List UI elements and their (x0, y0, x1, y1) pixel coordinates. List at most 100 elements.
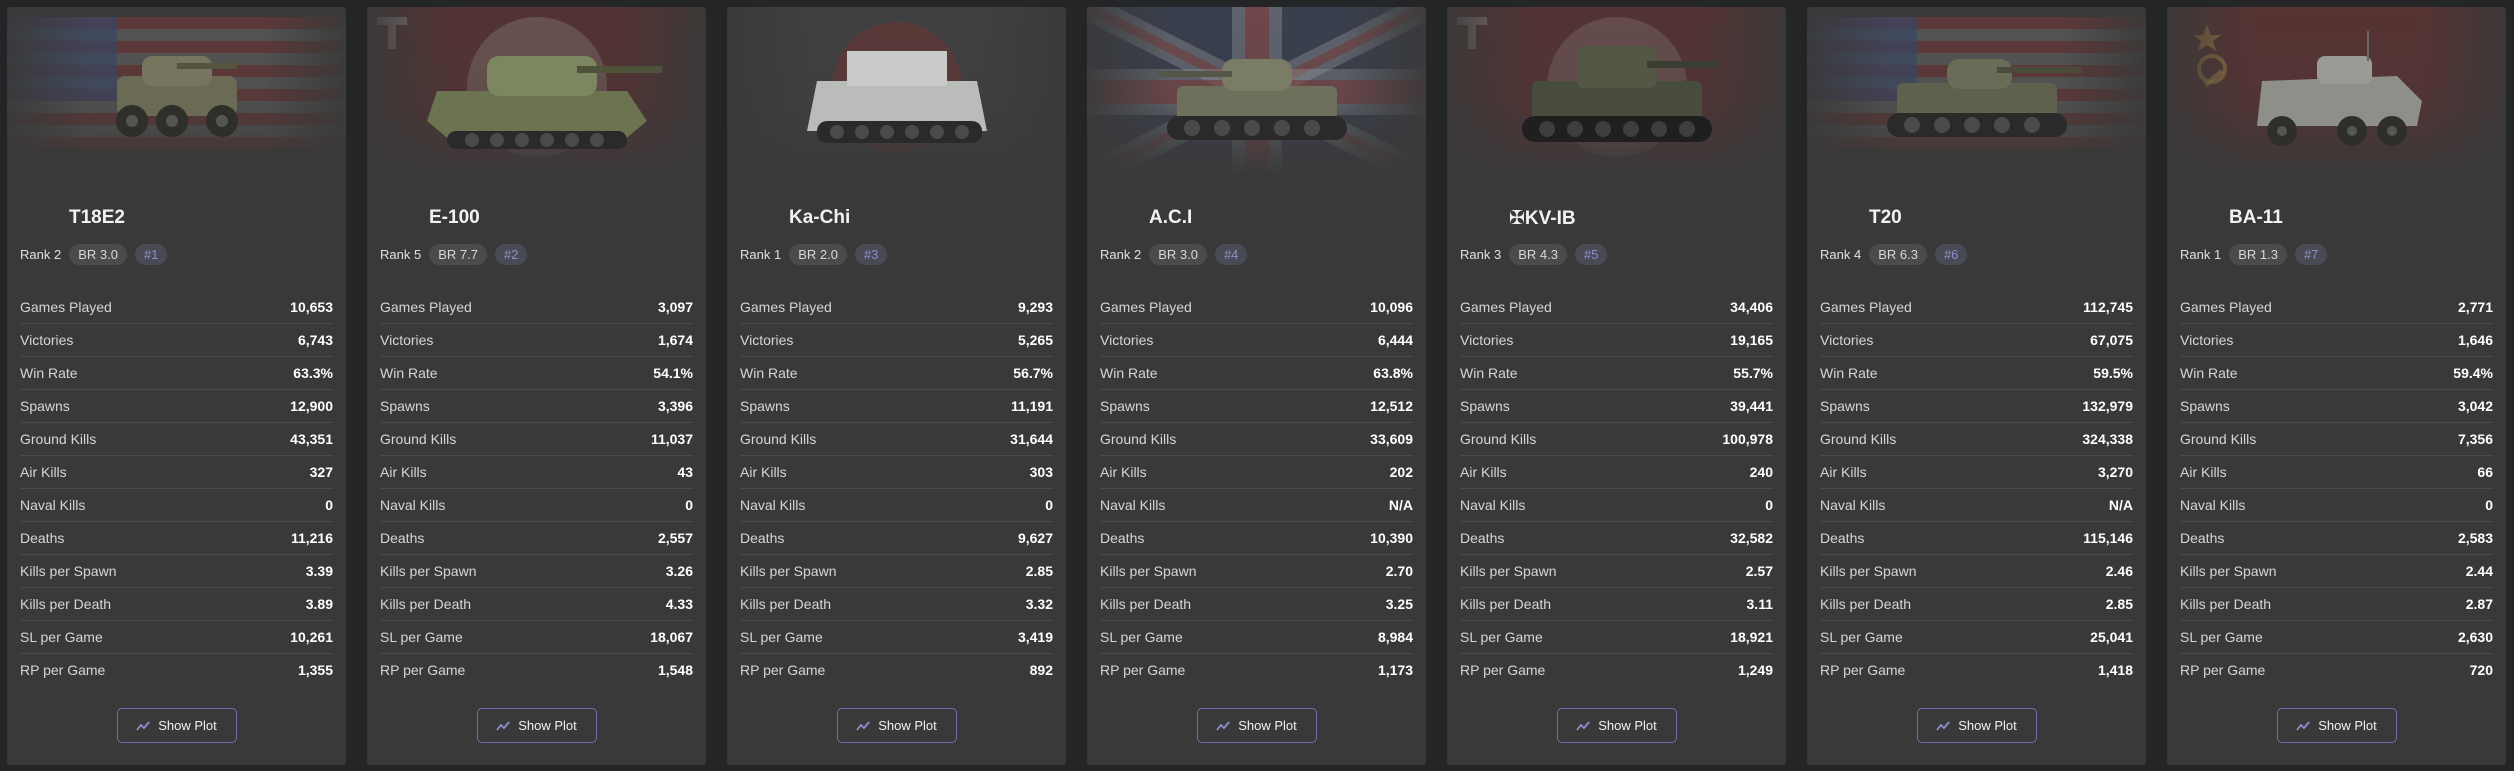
stat-label: Ground Kills (2180, 431, 2257, 447)
br-badge: BR 2.0 (789, 244, 847, 265)
stat-label: Air Kills (1100, 464, 1147, 480)
stat-value: 3,042 (2457, 398, 2493, 414)
stat-row: Spawns 11,191 (740, 390, 1053, 423)
stat-row: SL per Game 8,984 (1100, 621, 1413, 654)
stat-label: Ground Kills (380, 431, 457, 447)
stat-row: Victories 5,265 (740, 324, 1053, 357)
stat-row: Ground Kills 33,609 (1100, 423, 1413, 456)
stat-value: 3.26 (665, 563, 693, 579)
vehicle-image-icon (1521, 46, 1717, 142)
stats-table: Games Played 2,771 Victories 1,646 Win Rat… (2180, 291, 2493, 686)
stat-label: Kills per Death (380, 596, 472, 612)
show-plot-button[interactable]: Show Plot (2276, 708, 2397, 743)
stat-label: SL per Game (1460, 629, 1543, 645)
vehicle-badges: Rank 5 BR 7.7 #2 (380, 244, 528, 265)
show-plot-button[interactable]: Show Plot (116, 708, 237, 743)
stat-label: Spawns (2180, 398, 2230, 414)
stat-value: 132,979 (2082, 398, 2133, 414)
stats-table: Games Played 112,745 Victories 67,075 Win … (1820, 291, 2133, 686)
stat-value: 63.8% (1373, 365, 1413, 381)
stat-row: Naval Kills 0 (380, 489, 693, 522)
stat-label: Games Played (1820, 299, 1912, 315)
br-badge: BR 3.0 (1149, 244, 1207, 265)
vehicle-name: T20 (1869, 207, 1902, 228)
stat-value: 9,627 (1017, 530, 1053, 546)
show-plot-label: Show Plot (878, 718, 937, 733)
stat-row: Kills per Spawn 3.39 (20, 555, 333, 588)
index-badge: #1 (134, 244, 168, 265)
stat-label: Kills per Death (1460, 596, 1552, 612)
vehicle-card: A.C.I Rank 2 BR 3.0 #4 Games Played 10,09… (1087, 7, 1426, 765)
stat-value: 4.33 (665, 596, 693, 612)
stat-row: Win Rate 63.8% (1100, 357, 1413, 390)
stat-value: 2,771 (2457, 299, 2493, 315)
vehicle-name: T18E2 (69, 207, 125, 228)
stat-row: Ground Kills 43,351 (20, 423, 333, 456)
stat-row: Ground Kills 324,338 (1820, 423, 2133, 456)
stat-value: 115,146 (2083, 530, 2133, 546)
stat-row: Deaths 115,146 (1820, 522, 2133, 555)
vehicle-name: E-100 (429, 207, 480, 228)
stat-value: 2.85 (1025, 563, 1053, 579)
stat-row: Games Played 3,097 (380, 291, 693, 324)
stat-row: RP per Game 892 (740, 654, 1053, 686)
show-plot-button[interactable]: Show Plot (1196, 708, 1317, 743)
stat-value: 2.70 (1385, 563, 1413, 579)
stat-label: Kills per Death (20, 596, 112, 612)
stats-table: Games Played 9,293 Victories 5,265 Win Rat… (740, 291, 1053, 686)
line-chart-icon (2296, 720, 2310, 731)
stat-row: Games Played 112,745 (1820, 291, 2133, 324)
stat-row: Kills per Spawn 3.26 (380, 555, 693, 588)
stat-label: Victories (1820, 332, 1874, 348)
stat-value: 1,674 (657, 332, 693, 348)
show-plot-button[interactable]: Show Plot (1556, 708, 1677, 743)
stat-value: 2.57 (1745, 563, 1773, 579)
show-plot-button[interactable]: Show Plot (836, 708, 957, 743)
rank-label: Rank 5 (380, 247, 422, 262)
vehicle-card: E-100 Rank 5 BR 7.7 #2 Games Played 3,097… (367, 7, 706, 765)
stat-label: Deaths (20, 530, 65, 546)
stat-label: Air Kills (380, 464, 427, 480)
stat-label: Air Kills (1460, 464, 1507, 480)
stat-row: SL per Game 25,041 (1820, 621, 2133, 654)
vehicle-card: T20 Rank 4 BR 6.3 #6 Games Played 112,745… (1807, 7, 2146, 765)
stat-value: 3,419 (1017, 629, 1053, 645)
stats-table: Games Played 34,406 Victories 19,165 Win R… (1460, 291, 1773, 686)
stat-label: Win Rate (1100, 365, 1158, 381)
stat-row: Air Kills 43 (380, 456, 693, 489)
vehicle-image-icon (115, 56, 238, 137)
br-badge: BR 1.3 (2229, 244, 2287, 265)
stat-label: Deaths (380, 530, 425, 546)
stat-row: Victories 19,165 (1460, 324, 1773, 357)
stat-row: Kills per Spawn 2.44 (2180, 555, 2493, 588)
stat-value: 5,265 (1017, 332, 1053, 348)
stat-row: Win Rate 63.3% (20, 357, 333, 390)
stat-row: Victories 1,646 (2180, 324, 2493, 357)
show-plot-button[interactable]: Show Plot (476, 708, 597, 743)
show-plot-button[interactable]: Show Plot (1916, 708, 2037, 743)
line-chart-icon (496, 720, 510, 731)
stat-label: Games Played (380, 299, 472, 315)
vehicle-banner (2167, 7, 2506, 177)
stat-row: SL per Game 18,067 (380, 621, 693, 654)
vehicle-badges: Rank 3 BR 4.3 #5 (1460, 244, 1608, 265)
stat-label: Naval Kills (740, 497, 806, 513)
stat-value: 43,351 (290, 431, 333, 447)
show-plot-label: Show Plot (1958, 718, 2017, 733)
stat-value: 25,041 (2090, 629, 2133, 645)
stat-row: Ground Kills 31,644 (740, 423, 1053, 456)
stat-row: Spawns 12,512 (1100, 390, 1413, 423)
stat-row: Victories 6,743 (20, 324, 333, 357)
stat-row: Ground Kills 100,978 (1460, 423, 1773, 456)
stat-value: 2,630 (2457, 629, 2493, 645)
stat-label: RP per Game (1100, 662, 1186, 678)
stat-label: Spawns (20, 398, 70, 414)
vehicle-badges: Rank 1 BR 1.3 #7 (2180, 244, 2328, 265)
stat-row: Win Rate 55.7% (1460, 357, 1773, 390)
stat-label: Win Rate (1460, 365, 1518, 381)
stat-row: Kills per Death 3.32 (740, 588, 1053, 621)
stat-label: Naval Kills (380, 497, 446, 513)
stat-row: Kills per Death 3.25 (1100, 588, 1413, 621)
stat-value: 720 (2469, 662, 2493, 678)
stat-value: 9,293 (1017, 299, 1053, 315)
